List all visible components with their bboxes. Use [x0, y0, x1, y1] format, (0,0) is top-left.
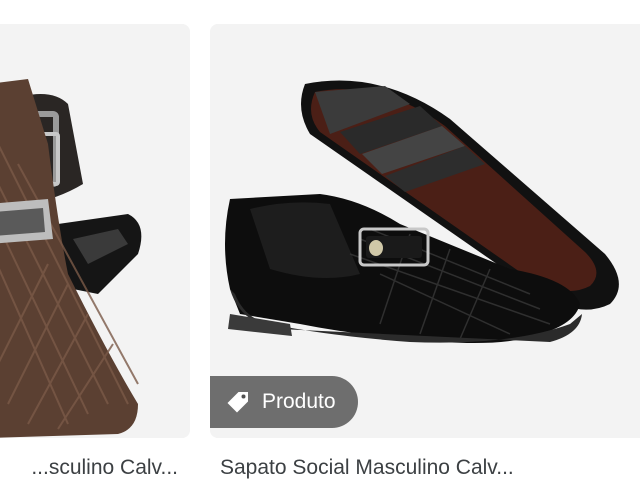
product-title-2[interactable]: Sapato Social Masculino Calv...: [220, 454, 630, 479]
shoe-with-belt-image: [0, 24, 190, 438]
tag-icon: [227, 392, 248, 413]
product-image-1[interactable]: [0, 24, 190, 438]
search-results-grid: ...sculino Calv... Produto Sapato Social…: [0, 0, 640, 479]
product-image-2[interactable]: Produto: [210, 24, 640, 438]
product-title-1[interactable]: ...sculino Calv...: [0, 454, 178, 479]
product-chip: Produto: [210, 376, 358, 428]
product-card-1[interactable]: ...sculino Calv...: [0, 24, 190, 479]
chip-label: Produto: [262, 390, 336, 413]
product-card-2[interactable]: Produto Sapato Social Masculino Calv...: [210, 24, 640, 479]
